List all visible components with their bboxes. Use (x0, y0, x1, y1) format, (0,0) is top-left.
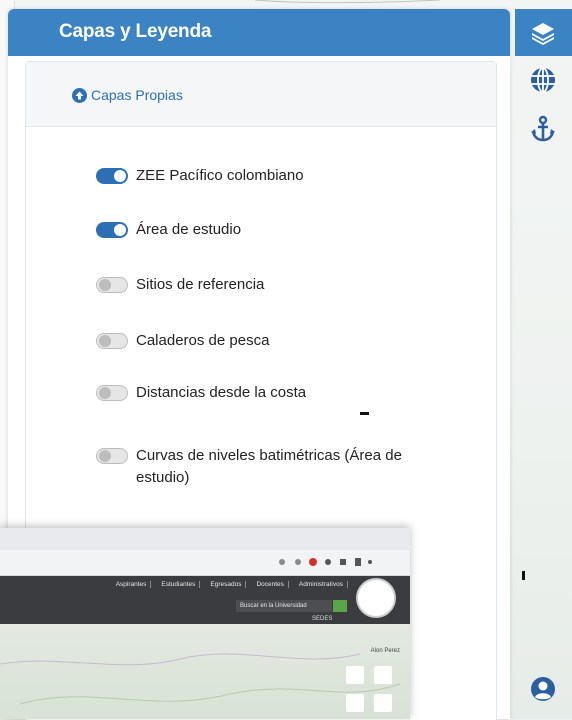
embedded-search-icon (346, 666, 364, 684)
layer-label: Área de estudio (136, 221, 242, 238)
panel-title: Capas y Leyenda (59, 21, 212, 42)
panel-header: Capas y Leyenda (8, 9, 510, 56)
anchor-icon[interactable] (529, 115, 557, 143)
site-search-input[interactable]: Buscar en la Universidad (236, 600, 332, 612)
layer-label: ZEE Pacífico colombiano (136, 167, 304, 184)
nav-link[interactable]: Docentes (252, 581, 289, 588)
embedded-browser-screenshot: Aspirantes Estudiantes Egresados Docente… (0, 528, 410, 719)
layer-item-fishing-grounds: Caladeros de pesca (96, 330, 269, 352)
browser-tabbar (0, 528, 410, 551)
arrow-up-circle-icon (72, 87, 87, 103)
layer-item-bathymetric-curves: Curvas de niveles batimétricas (Área de … (96, 445, 456, 489)
layer-toggle-switch[interactable] (96, 277, 128, 293)
layer-toggle-switch[interactable] (96, 448, 128, 464)
embedded-layers-icon (374, 666, 392, 684)
layer-item-zee: ZEE Pacífico colombiano (96, 165, 304, 187)
switch-knob (99, 450, 111, 462)
layer-item-reference-sites: Sitios de referencia (96, 274, 264, 296)
layer-item-study-area: Área de estudio (96, 219, 241, 241)
switch-knob (99, 387, 111, 399)
own-layers-label: Capas Propias (91, 87, 183, 103)
layer-label: Distancias desde la costa (136, 384, 307, 401)
layer-toggle-switch[interactable] (96, 222, 128, 238)
embedded-home-icon (346, 694, 364, 712)
nav-link[interactable]: Aspirantes (112, 581, 152, 588)
layer-label: Sitios de referencia (136, 276, 265, 293)
switch-knob (99, 335, 111, 347)
layer-label: Caladeros de pesca (136, 332, 270, 349)
site-nav-links: Aspirantes Estudiantes Egresados Docente… (112, 581, 348, 588)
globe-icon[interactable] (529, 66, 557, 94)
own-layers-toggle[interactable]: Capas Propias (72, 87, 183, 103)
embedded-user-label: Alon Perez (370, 648, 400, 654)
layer-toggle-switch[interactable] (96, 168, 128, 184)
site-search-button[interactable] (333, 600, 347, 612)
layer-toggle-switch[interactable] (96, 385, 128, 401)
switch-knob (114, 170, 126, 182)
layers-icon[interactable] (529, 19, 557, 47)
user-icon[interactable] (529, 675, 557, 703)
site-navbar: Aspirantes Estudiantes Egresados Docente… (0, 576, 410, 624)
embedded-map: Alon Perez (0, 624, 410, 719)
cursor-mark (360, 412, 369, 415)
switch-knob (99, 279, 111, 291)
university-seal-logo (356, 578, 396, 618)
embedded-globe-icon (374, 694, 392, 712)
layer-toggle-switch[interactable] (96, 333, 128, 349)
browser-toolbar (0, 550, 410, 576)
browser-extension-icons (279, 558, 372, 566)
nav-link[interactable]: Egresados (206, 581, 247, 588)
layer-label: Curvas de niveles batimétricas (Área de … (136, 447, 402, 486)
sedes-menu[interactable]: SEDES (312, 616, 332, 622)
layer-item-coast-distances: Distancias desde la costa (96, 382, 306, 404)
own-layers-header: Capas Propias (26, 62, 496, 127)
switch-knob (114, 224, 126, 236)
right-toolbar (515, 0, 572, 719)
nav-link[interactable]: Estudiantes (157, 581, 201, 588)
nav-link[interactable]: Administrativos (295, 581, 348, 588)
